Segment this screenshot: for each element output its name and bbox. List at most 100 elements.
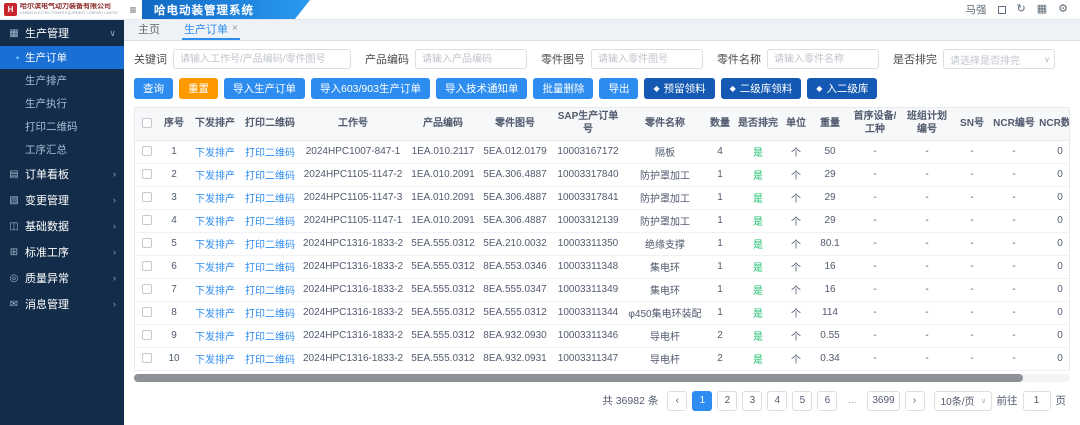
print-qrcode-link[interactable]: 打印二维码	[245, 332, 295, 343]
seq-cell: 5	[159, 232, 189, 255]
work-no-cell: 2024HPC1105-1147-2	[299, 163, 407, 186]
chevron-right-icon: ›	[113, 299, 116, 309]
dispatch-link[interactable]: 下发排产	[195, 309, 235, 320]
button-label: 重置	[188, 81, 209, 96]
sidebar-group[interactable]: ◎质量异常›	[0, 265, 124, 291]
tab-home[interactable]: 主页	[136, 20, 162, 40]
seq-cell: 7	[159, 278, 189, 301]
print-qrcode-link[interactable]: 打印二维码	[245, 148, 295, 159]
scheduled-flag: 是	[753, 148, 763, 159]
part-name-cell: 防护罩加工	[625, 209, 705, 232]
header-row: 序号下发排产打印二维码工作号产品编码零件图号SAP生产订单号零件名称数量是否排完…	[135, 108, 1070, 140]
dispatch-link[interactable]: 下发排产	[195, 171, 235, 182]
sidebar-group[interactable]: ✉消息管理›	[0, 291, 124, 317]
dispatch-link[interactable]: 下发排产	[195, 263, 235, 274]
secondary-warehouse-picking-button[interactable]: ◆二级库领料	[721, 78, 802, 99]
prev-page-button[interactable]: ‹	[667, 391, 687, 411]
sidebar-subitem[interactable]: 生产执行	[0, 92, 124, 115]
product-code-input[interactable]	[415, 49, 527, 69]
row-checkbox[interactable]	[142, 169, 152, 179]
row-checkbox[interactable]	[142, 261, 152, 271]
import-603-903-order-button[interactable]: 导入603/903生产订单	[311, 78, 430, 99]
sap-no-cell: 10003317840	[551, 163, 625, 186]
sidebar-group[interactable]: ◫基础数据›	[0, 213, 124, 239]
dispatch-link[interactable]: 下发排产	[195, 148, 235, 159]
refresh-icon[interactable]: ↻	[1017, 4, 1026, 15]
product-code-cell: 1EA.010.2091	[407, 209, 479, 232]
row-checkbox[interactable]	[142, 353, 152, 363]
close-icon[interactable]: ×	[232, 24, 238, 34]
sidebar-group[interactable]: ⊞标准工序›	[0, 239, 124, 265]
dispatch-link[interactable]: 下发排产	[195, 217, 235, 228]
fullscreen-icon[interactable]	[998, 6, 1006, 14]
dispatch-link[interactable]: 下发排产	[195, 286, 235, 297]
user-name[interactable]: 马强	[966, 2, 987, 17]
unit-cell: 个	[781, 163, 811, 186]
page-button[interactable]: 3699	[867, 391, 899, 411]
part-name-cell: 导电杆	[625, 324, 705, 347]
page-button[interactable]: 2	[717, 391, 737, 411]
into-secondary-warehouse-button[interactable]: ◆入二级库	[807, 78, 877, 99]
page-size-select[interactable]: 10条/页 ∨	[934, 391, 992, 411]
dispatch-link[interactable]: 下发排产	[195, 194, 235, 205]
export-button[interactable]: 导出	[599, 78, 638, 99]
sidebar-group[interactable]: ▤订单看板›	[0, 161, 124, 187]
page-button[interactable]: 1	[692, 391, 712, 411]
print-qrcode-link[interactable]: 打印二维码	[245, 171, 295, 182]
product-code-cell: 5EA.555.0312	[407, 301, 479, 324]
goto-page-input[interactable]	[1023, 391, 1051, 411]
print-qrcode-link[interactable]: 打印二维码	[245, 355, 295, 366]
print-qrcode-link[interactable]: 打印二维码	[245, 263, 295, 274]
next-page-button[interactable]: ›	[905, 391, 925, 411]
row-checkbox[interactable]	[142, 284, 152, 294]
orders-table-body: 1下发排产打印二维码2024HPC1007-847-11EA.010.21175…	[135, 140, 1070, 370]
part-no-cell: 8EA.932.0931	[479, 347, 551, 370]
import-tech-notice-button[interactable]: 导入技术通知单	[436, 78, 528, 99]
row-checkbox[interactable]	[142, 307, 152, 317]
row-checkbox[interactable]	[142, 192, 152, 202]
page-size-value: 10条/页	[941, 393, 975, 408]
print-qrcode-link[interactable]: 打印二维码	[245, 309, 295, 320]
sidebar-subitem[interactable]: 工序汇总	[0, 138, 124, 161]
row-checkbox[interactable]	[142, 330, 152, 340]
row-checkbox[interactable]	[142, 146, 152, 156]
page-button[interactable]: 6	[817, 391, 837, 411]
reserve-material-button[interactable]: ◆预留领料	[644, 78, 714, 99]
import-production-order-button[interactable]: 导入生产订单	[224, 78, 305, 99]
scrollbar-thumb[interactable]	[134, 374, 1023, 382]
scheduled-select[interactable]: 请选择是否排完∨	[943, 49, 1055, 69]
sidebar-subitem[interactable]: 打印二维码	[0, 115, 124, 138]
sidebar-collapse-icon[interactable]: ≡	[124, 0, 142, 19]
print-qrcode-link[interactable]: 打印二维码	[245, 286, 295, 297]
select-all-checkbox[interactable]	[142, 118, 152, 128]
row-checkbox[interactable]	[142, 215, 152, 225]
first-device-cell: -	[849, 209, 901, 232]
dispatch-link[interactable]: 下发排产	[195, 240, 235, 251]
dispatch-link[interactable]: 下发排产	[195, 355, 235, 366]
keyword-input[interactable]	[173, 49, 351, 69]
grid-icon[interactable]: ▦	[1037, 4, 1047, 15]
sidebar-group[interactable]: ▦生产管理∨	[0, 20, 124, 46]
dispatch-link[interactable]: 下发排产	[195, 332, 235, 343]
horizontal-scrollbar[interactable]	[134, 374, 1070, 382]
product-code-cell: 1EA.010.2117	[407, 140, 479, 163]
sidebar-subitem[interactable]: 生产排产	[0, 69, 124, 92]
part-drawing-no-input[interactable]	[591, 49, 703, 69]
print-qrcode-link[interactable]: 打印二维码	[245, 217, 295, 228]
qty-cell: 1	[705, 255, 735, 278]
page-button[interactable]: 3	[742, 391, 762, 411]
query-button[interactable]: 查询	[134, 78, 173, 99]
sidebar-subitem[interactable]: •生产订单	[0, 46, 124, 69]
tab-active[interactable]: 生产订单×	[182, 20, 240, 40]
page-button[interactable]: 5	[792, 391, 812, 411]
reset-button[interactable]: 重置	[179, 78, 218, 99]
row-checkbox[interactable]	[142, 238, 152, 248]
part-name-input[interactable]	[767, 49, 879, 69]
page-button[interactable]: 4	[767, 391, 787, 411]
print-qrcode-link[interactable]: 打印二维码	[245, 240, 295, 251]
chevron-right-icon: ›	[113, 195, 116, 205]
print-qrcode-link[interactable]: 打印二维码	[245, 194, 295, 205]
sidebar-group[interactable]: ▧变更管理›	[0, 187, 124, 213]
settings-icon[interactable]: ⚙	[1058, 4, 1068, 15]
batch-delete-button[interactable]: 批量删除	[533, 78, 593, 99]
